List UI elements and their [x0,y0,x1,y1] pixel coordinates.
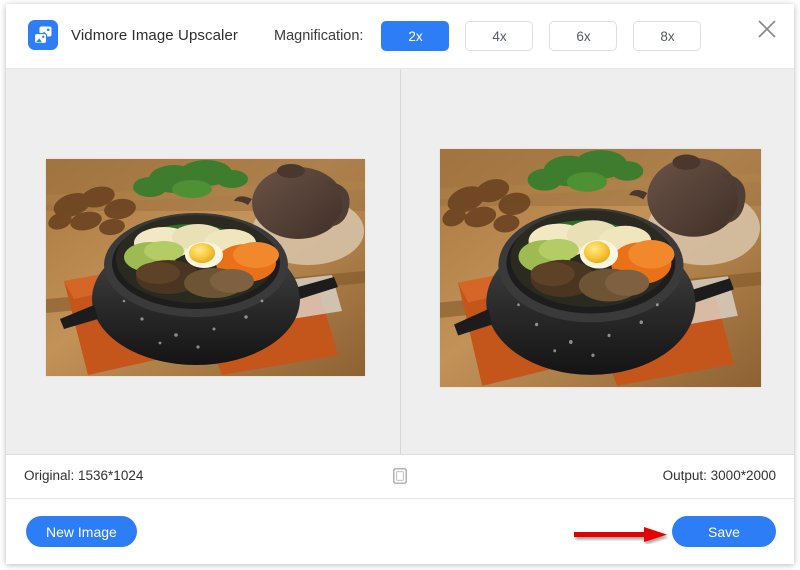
magnification-option-2x[interactable]: 2x [381,21,450,51]
magnification-option-8x[interactable]: 8x [633,21,702,51]
save-button[interactable]: Save [672,516,776,547]
image-upscaler-logo-icon [28,20,58,50]
brand: Vidmore Image Upscaler [28,20,238,50]
compare-square-icon[interactable] [391,467,409,485]
original-image [46,159,365,376]
magnification-label: Magnification: [274,28,364,44]
app-window: Vidmore Image Upscaler Magnification: 2x… [6,4,794,564]
original-image-pane [6,69,400,454]
original-size-label: Original: 1536*1024 [24,468,144,483]
info-bar: Original: 1536*1024 Output: 3000*2000 [6,455,794,499]
magnification-option-4x[interactable]: 4x [465,21,534,51]
new-image-button[interactable]: New Image [26,516,137,547]
upscaled-image-pane [401,69,794,454]
upscaled-image [440,149,761,387]
magnification-options: 2x 4x 6x 8x [381,21,702,51]
app-title: Vidmore Image Upscaler [71,26,238,44]
close-icon[interactable] [752,14,782,44]
preview-area [6,69,794,455]
red-arrow-annotation-icon [574,526,672,544]
app-header: Vidmore Image Upscaler Magnification: 2x… [6,4,794,69]
magnification-group: Magnification: 2x 4x 6x 8x [274,4,702,68]
footer-bar: New Image Save [6,499,794,564]
magnification-option-6x[interactable]: 6x [549,21,618,51]
output-size-label: Output: 3000*2000 [662,468,776,483]
